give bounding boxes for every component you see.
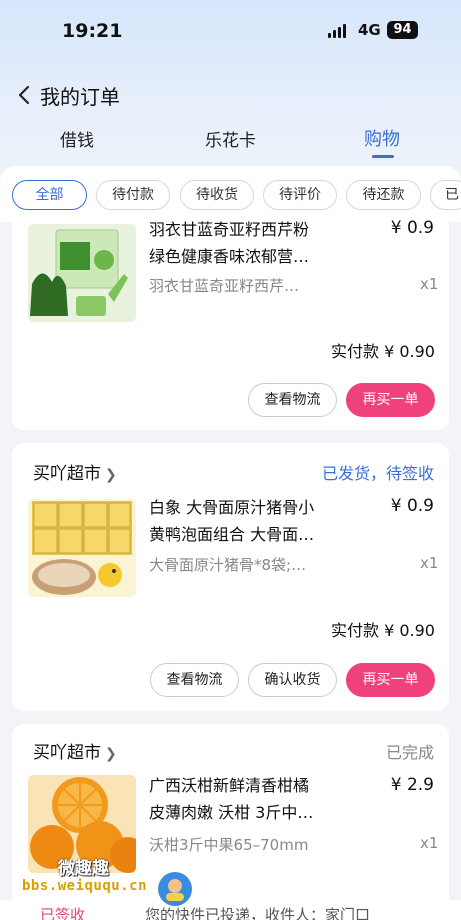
filter-pending-repayment[interactable]: 待还款 xyxy=(346,180,421,210)
store-name: 买吖超市 xyxy=(33,743,101,763)
view-logistics-button[interactable]: 查看物流 xyxy=(248,383,337,417)
product-spec: 沃柑3斤中果65–70mm xyxy=(149,836,309,854)
battery-icon: 94 xyxy=(387,21,418,39)
paid-amount: 实付款 ¥ 0.90 xyxy=(331,342,435,361)
filter-more[interactable]: 已 xyxy=(430,180,461,210)
tab-active-indicator xyxy=(372,155,394,158)
product-name[interactable]: 羽衣甘蓝奇亚籽西芹粉 绿色健康香味浓郁营… xyxy=(149,216,339,270)
watermark-url: bbs.weiququ.cn xyxy=(22,878,148,894)
product-image[interactable] xyxy=(28,499,136,597)
store-link[interactable]: 买吖超市 ❯ xyxy=(33,738,117,763)
paid-amount: 实付款 ¥ 0.90 xyxy=(331,621,435,640)
product-image[interactable] xyxy=(28,224,136,322)
confirm-receipt-button[interactable]: 确认收货 xyxy=(248,663,337,697)
filter-all[interactable]: 全部 xyxy=(12,180,87,210)
chevron-right-icon: ❯ xyxy=(105,746,117,762)
status-time: 19:21 xyxy=(62,20,123,42)
order-status: 已完成 xyxy=(385,743,434,762)
logistics-message: 您的快件已投递，收件人：家门口 xyxy=(145,906,371,920)
store-name: 买吖超市 xyxy=(33,464,101,484)
tab-borrow[interactable]: 借钱 xyxy=(60,126,94,151)
product-name[interactable]: 广西沃柑新鲜清香柑橘 皮薄肉嫩 沃柑 3斤中… xyxy=(149,772,339,826)
product-spec: 大骨面原汁猪骨*8袋;… xyxy=(149,556,307,574)
product-spec: 羽衣甘蓝奇亚籽西芹… xyxy=(149,277,300,295)
product-name[interactable]: 白象 大骨面原汁猪骨小 黄鸭泡面组合 大骨面… xyxy=(149,494,339,548)
store-link[interactable]: 买吖超市 ❯ xyxy=(33,459,117,484)
order-status: 已发货，待签收 xyxy=(321,464,434,483)
network-type: 4G xyxy=(358,21,381,39)
status-bar: 19:21 4G 94 xyxy=(0,0,461,60)
buy-again-button[interactable]: 再买一单 xyxy=(346,663,435,697)
view-logistics-button[interactable]: 查看物流 xyxy=(150,663,239,697)
product-quantity: x1 xyxy=(420,834,439,852)
filter-pending-receipt[interactable]: 待收货 xyxy=(180,180,254,210)
signed-label: 已签收 xyxy=(40,906,86,920)
watermark-text: 微趣趣 xyxy=(58,859,109,879)
chevron-right-icon: ❯ xyxy=(105,467,117,483)
order-card[interactable]: 买吖超市 ❯ 已发货，待签收 白象 大骨面原汁猪骨小 黄鸭泡面组合 大骨面… ¥ … xyxy=(12,443,449,711)
buy-again-button[interactable]: 再买一单 xyxy=(346,383,435,417)
back-icon[interactable] xyxy=(12,80,36,110)
product-quantity: x1 xyxy=(420,275,439,293)
tab-lehua-card[interactable]: 乐花卡 xyxy=(205,126,256,151)
page-title: 我的订单 xyxy=(40,85,120,109)
product-price: ¥ 0.9 xyxy=(390,496,434,516)
order-card[interactable]: 羽衣甘蓝奇亚籽西芹粉 绿色健康香味浓郁营… ¥ 0.9 羽衣甘蓝奇亚籽西芹… x… xyxy=(12,218,449,430)
filter-pending-review[interactable]: 待评价 xyxy=(263,180,337,210)
signal-icon xyxy=(328,24,346,38)
product-price: ¥ 0.9 xyxy=(390,218,434,238)
product-quantity: x1 xyxy=(420,554,439,572)
watermark-mascot-icon xyxy=(158,872,192,906)
product-price: ¥ 2.9 xyxy=(390,775,434,795)
filter-pending-payment[interactable]: 待付款 xyxy=(96,180,170,210)
tab-shopping[interactable]: 购物 xyxy=(364,125,400,151)
